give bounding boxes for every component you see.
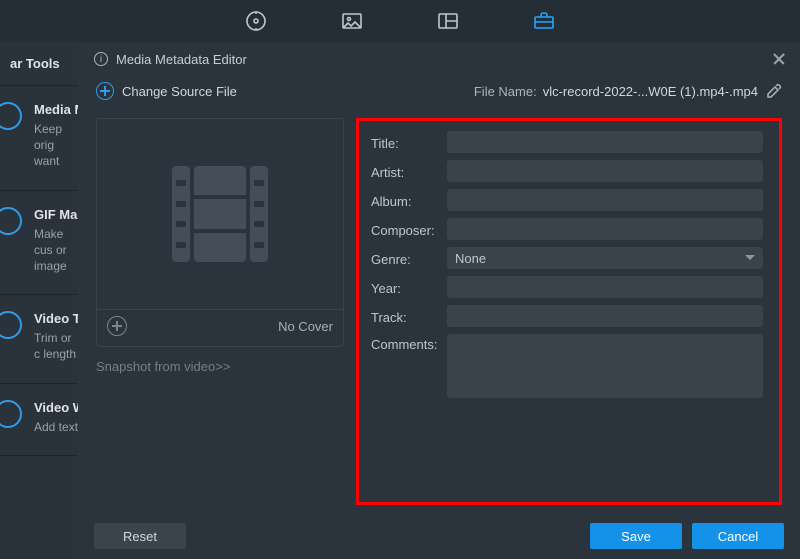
metadata-form: Title: Artist: Album: Composer: Genre: N… bbox=[356, 118, 782, 505]
chevron-down-icon bbox=[745, 255, 755, 260]
snapshot-link[interactable]: Snapshot from video>> bbox=[96, 359, 344, 374]
cover-placeholder bbox=[97, 119, 343, 309]
comments-label: Comments: bbox=[371, 334, 447, 352]
dialog-footer: Reset Save Cancel bbox=[78, 513, 800, 559]
cancel-button[interactable]: Cancel bbox=[692, 523, 784, 549]
source-row: Change Source File File Name: vlc-record… bbox=[78, 76, 800, 118]
composer-label: Composer: bbox=[371, 220, 447, 238]
track-label: Track: bbox=[371, 307, 447, 325]
add-cover-button[interactable] bbox=[107, 316, 127, 336]
tool-badge-icon bbox=[0, 207, 22, 235]
dialog-titlebar: i Media Metadata Editor bbox=[78, 42, 800, 76]
image-icon[interactable] bbox=[340, 9, 364, 33]
comments-textarea[interactable] bbox=[447, 334, 763, 398]
toolbox-icon[interactable] bbox=[532, 9, 556, 33]
artist-label: Artist: bbox=[371, 162, 447, 180]
sidebar-item[interactable]: Media M Keep orig want bbox=[0, 86, 90, 191]
change-source-link[interactable]: Change Source File bbox=[122, 84, 237, 99]
sidebar-item[interactable]: GIF Mak Make cus or image bbox=[0, 191, 90, 296]
cover-frame: No Cover bbox=[96, 118, 344, 347]
tool-badge-icon bbox=[0, 102, 22, 130]
metadata-editor-dialog: i Media Metadata Editor Change Source Fi… bbox=[78, 42, 800, 559]
tools-sidebar: ar Tools Media M Keep orig want GIF Mak … bbox=[0, 42, 90, 559]
sidebar-heading: ar Tools bbox=[0, 42, 90, 86]
layout-icon[interactable] bbox=[436, 9, 460, 33]
genre-label: Genre: bbox=[371, 249, 447, 267]
filename-value: vlc-record-2022-...W0E (1).mp4-.mp4 bbox=[543, 84, 758, 99]
edit-filename-button[interactable] bbox=[766, 83, 782, 99]
title-label: Title: bbox=[371, 133, 447, 151]
tool-badge-icon bbox=[0, 400, 22, 428]
filename-label: File Name: bbox=[474, 84, 537, 99]
genre-selected-value: None bbox=[455, 251, 486, 266]
dialog-title: Media Metadata Editor bbox=[116, 52, 247, 67]
composer-input[interactable] bbox=[447, 218, 763, 240]
year-input[interactable] bbox=[447, 276, 763, 298]
cover-column: No Cover Snapshot from video>> bbox=[96, 118, 344, 505]
info-icon: i bbox=[94, 52, 108, 66]
film-icon bbox=[172, 166, 268, 262]
reset-button[interactable]: Reset bbox=[94, 523, 186, 549]
plus-icon bbox=[96, 82, 114, 100]
close-button[interactable] bbox=[770, 50, 788, 68]
save-button[interactable]: Save bbox=[590, 523, 682, 549]
track-input[interactable] bbox=[447, 305, 763, 327]
sidebar-item[interactable]: Video W Add text bbox=[0, 384, 90, 456]
year-label: Year: bbox=[371, 278, 447, 296]
no-cover-label: No Cover bbox=[127, 319, 333, 334]
disc-icon[interactable] bbox=[244, 9, 268, 33]
artist-input[interactable] bbox=[447, 160, 763, 182]
top-app-bar bbox=[0, 0, 800, 42]
album-input[interactable] bbox=[447, 189, 763, 211]
album-label: Album: bbox=[371, 191, 447, 209]
sidebar-item[interactable]: Video Tr Trim or c length bbox=[0, 295, 90, 383]
title-input[interactable] bbox=[447, 131, 763, 153]
tool-badge-icon bbox=[0, 311, 22, 339]
genre-select[interactable]: None bbox=[447, 247, 763, 269]
